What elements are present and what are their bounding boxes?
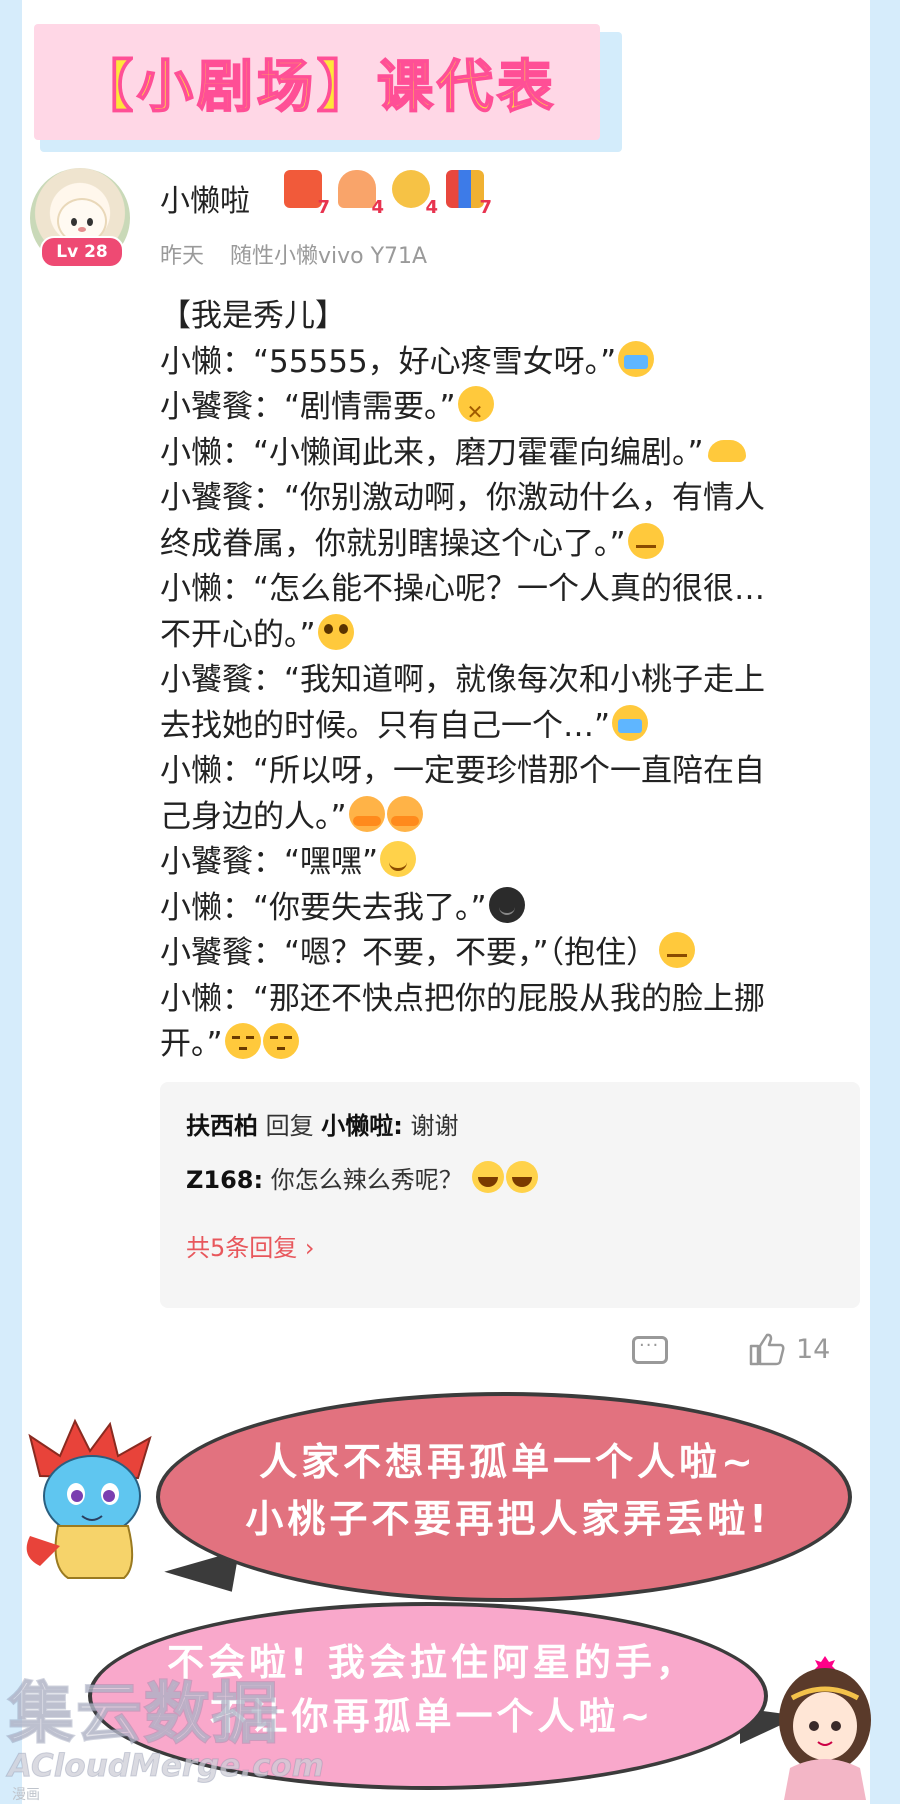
post-line: 小饕餮：“嗯？不要，不要，”（抱住） — [160, 931, 850, 977]
reply-user[interactable]: 扶西柏 — [186, 1112, 258, 1140]
badge-count: 7 — [317, 197, 330, 218]
post-line: 小饕餮：“剧情需要。” — [160, 385, 850, 436]
badge-count: 7 — [479, 197, 492, 218]
watermark-small-text: 漫画 — [12, 1787, 40, 1803]
post-line: 终成眷属，你就别瞎操这个心了。” — [160, 522, 850, 568]
post-line: 小懒：“那还不快点把你的屁股从我的脸上挪 — [160, 980, 766, 1017]
crying-emoji-icon — [618, 340, 655, 377]
post-meta: 昨天 随性小懒vivo Y71A — [160, 238, 427, 270]
thumbs-up-icon[interactable] — [748, 1332, 786, 1366]
avatar-eye — [87, 218, 93, 226]
hugging-emoji-icon — [348, 795, 385, 832]
post-line: 开。” — [160, 1022, 850, 1068]
avatar-eye — [71, 218, 77, 226]
post-device: 随性小懒vivo Y71A — [230, 244, 428, 269]
laughing-emoji-icon — [472, 1161, 505, 1193]
post-line: 己身边的人。” — [160, 795, 850, 841]
dragon-character-illustration — [26, 1418, 152, 1579]
post-line: 小懒：“小懒闻此来，磨刀霍霍向编剧。” — [160, 431, 850, 477]
unamused-emoji-icon — [224, 1023, 261, 1059]
post-line: 小饕餮：“嘿嘿” — [160, 840, 850, 886]
reply-item[interactable]: Z168: 你怎么辣么秀呢？ — [186, 1160, 539, 1195]
title-banner: 【小剧场】课代表 — [34, 24, 600, 140]
reply-preview-box[interactable]: 扶西柏 回复 小懒啦: 谢谢 Z168: 你怎么辣么秀呢？ 共5条回复 › — [160, 1082, 860, 1308]
smiling-emoji-icon — [380, 841, 417, 877]
post-line: 不开心的。” — [160, 613, 850, 659]
smirk-emoji-icon — [659, 932, 696, 968]
reply-text: 你怎么辣么秀呢？ — [270, 1166, 463, 1194]
post-line: 小饕餮：“你别激动啊，你激动什么，有情人 — [160, 480, 766, 516]
girl-character-illustration — [779, 1656, 871, 1800]
reply-verb: 回复 — [265, 1112, 314, 1140]
post-line: 【我是秀儿】 — [160, 298, 346, 334]
hugging-emoji-icon — [386, 795, 423, 832]
post-line: 去找她的时候。只有自己一个…” — [160, 704, 850, 750]
bubble-line: 人家不想再孤单一个人啦~ — [259, 1440, 757, 1484]
post-body: 【我是秀儿】 小懒：“55555，好心疼雪女呀。” 小饕餮：“剧情需要。” 小懒… — [160, 294, 850, 1068]
post-line: 小懒：“怎么能不操心呢？一个人真的很很… — [160, 571, 766, 607]
gift-icon[interactable]: 7 — [284, 170, 330, 218]
badge-list: 7 4 4 7 — [284, 170, 492, 218]
laughing-emoji-icon — [506, 1161, 539, 1193]
zipper-mouth-emoji-icon — [457, 386, 494, 436]
bubble-line: 小桃子不要再把人家弄丢啦! — [245, 1497, 771, 1541]
reply-user[interactable]: Z168: — [186, 1166, 263, 1194]
persevere-emoji-icon — [627, 522, 664, 559]
books-icon[interactable]: 7 — [446, 170, 492, 218]
post-time: 昨天 — [160, 244, 205, 269]
author-name[interactable]: 小懒啦 — [160, 176, 250, 220]
post-line: 小懒：“55555，好心疼雪女呀。” — [160, 340, 850, 386]
view-all-replies-link[interactable]: 共5条回复 › — [186, 1228, 315, 1263]
crying-emoji-icon — [612, 704, 649, 741]
post-line: 小饕餮：“我知道啊，就像每次和小桃子走上 — [160, 662, 766, 698]
level-badge: Lv 28 — [40, 236, 124, 268]
unamused-emoji-icon — [262, 1023, 299, 1059]
banner-title: 【小剧场】课代表 — [76, 54, 557, 121]
post-line: 小懒：“所以呀，一定要珍惜那个一直陪在自 — [160, 753, 766, 789]
speech-bubble-top-text: 人家不想再孤单一个人啦~ 小桃子不要再把人家弄丢啦! — [188, 1434, 828, 1548]
reply-target[interactable]: 小懒啦: — [321, 1112, 403, 1140]
reply-text: 谢谢 — [410, 1112, 459, 1140]
pleading-emoji-icon — [317, 613, 354, 650]
like-count: 14 — [796, 1334, 831, 1365]
post-line: 小懒：“你要失去我了。” — [160, 886, 850, 932]
right-border — [870, 0, 900, 1804]
medal-icon[interactable]: 4 — [392, 170, 438, 218]
reply-item[interactable]: 扶西柏 回复 小懒啦: 谢谢 — [186, 1106, 459, 1141]
avatar-nose — [78, 227, 86, 232]
badge-count: 4 — [425, 197, 438, 218]
dark-face-emoji-icon — [488, 886, 525, 923]
watermark-site: ACloudMerge.com — [7, 1748, 325, 1785]
left-border — [0, 0, 22, 1804]
badge-count: 4 — [371, 197, 384, 218]
comment-icon[interactable] — [632, 1335, 668, 1364]
watermark-logo: 集云数据 — [7, 1674, 280, 1753]
thumbs-up-icon[interactable]: 4 — [338, 170, 384, 218]
muscle-emoji-icon — [706, 432, 748, 468]
